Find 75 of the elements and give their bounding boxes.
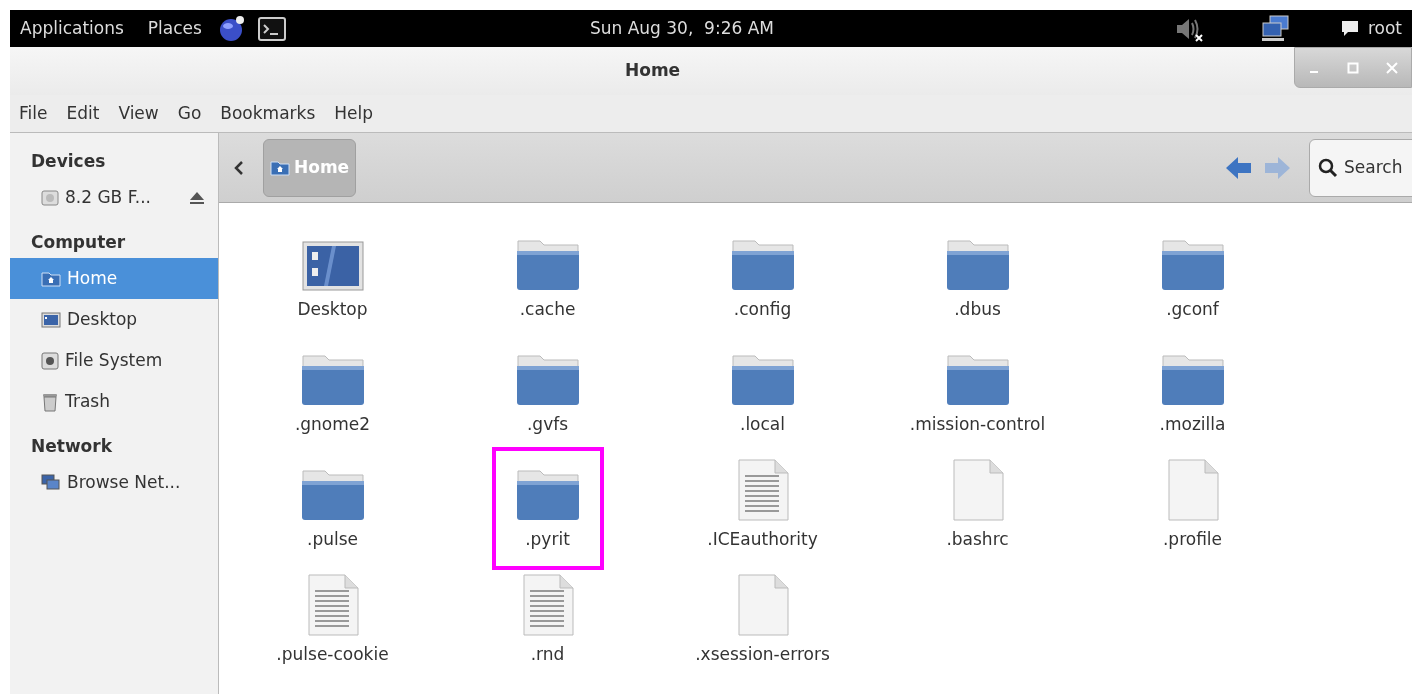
text-file-icon (306, 574, 359, 636)
file-name: .bashrc (946, 528, 1009, 551)
folder-icon (730, 352, 795, 406)
file-name: .mozilla (1159, 413, 1226, 436)
file-name: .rnd (530, 643, 565, 666)
sidebar-item[interactable]: 8.2 GB F... (10, 177, 218, 218)
sidebar-item[interactable]: Trash (10, 381, 218, 422)
globe-icon[interactable] (217, 14, 246, 43)
file-name: .gnome2 (294, 413, 371, 436)
file-name: .ICEauthority (707, 528, 818, 551)
trash-icon (41, 391, 59, 412)
sidebar-label: Home (67, 266, 118, 290)
folder-icon (515, 237, 580, 291)
file-icon (736, 574, 789, 636)
file-name: .xsession-errors (695, 643, 830, 666)
home-folder-icon (270, 159, 290, 176)
desktop-icon (41, 311, 61, 328)
menu-item[interactable]: Edit (66, 100, 100, 127)
text-file-icon (736, 459, 789, 521)
terminal-icon[interactable] (257, 16, 286, 41)
sidebar-label: Trash (65, 389, 110, 413)
menu-item[interactable]: Bookmarks (220, 100, 316, 127)
search-button[interactable]: Search (1309, 138, 1412, 197)
desktop-icon (301, 241, 364, 291)
file-name: .dbus (954, 298, 1001, 321)
file-name: .pulse-cookie (276, 643, 389, 666)
sidebar-item[interactable]: Browse Net... (10, 462, 218, 503)
top-bar-menu[interactable]: Places (147, 15, 202, 42)
home-folder-icon (41, 270, 61, 287)
drive-icon (41, 188, 59, 207)
network-icon[interactable] (1259, 14, 1292, 43)
sidebar-label: Desktop (67, 307, 138, 331)
sidebar-label: 8.2 GB F... (65, 185, 151, 209)
sidebar-heading: Network (30, 435, 113, 459)
text-file-icon (521, 574, 574, 636)
folder-icon (1160, 237, 1225, 291)
folder-icon (515, 467, 580, 521)
chat-icon[interactable] (1339, 19, 1360, 38)
file-name: .local (740, 413, 785, 436)
sidebar-label: Browse Net... (67, 470, 181, 494)
file-name: Desktop (297, 298, 368, 321)
folder-icon (300, 352, 365, 406)
file-name: .profile (1162, 528, 1223, 551)
folder-icon (945, 352, 1010, 406)
sidebar-heading: Computer (30, 231, 127, 255)
file-name: .pulse (307, 528, 358, 551)
sidebar-label: File System (65, 348, 163, 372)
menu-item[interactable]: View (118, 100, 159, 127)
sidebar-item[interactable]: Desktop (10, 299, 218, 340)
search-icon (1318, 157, 1338, 178)
file-name: .mission-control (909, 413, 1046, 436)
folder-icon (300, 467, 365, 521)
folder-icon (515, 352, 580, 406)
file-name: .gvfs (526, 413, 569, 436)
network-icon (41, 473, 61, 492)
user-menu[interactable]: root (1367, 15, 1402, 42)
folder-icon (1160, 352, 1225, 406)
clock[interactable]: Sun Aug 30, 9:26 AM (589, 15, 774, 42)
file-name: .config (733, 298, 792, 321)
file-name: .gconf (1166, 298, 1219, 321)
file-icon (951, 459, 1004, 521)
top-bar-menu[interactable]: Applications (20, 15, 124, 42)
menu-item[interactable]: Go (177, 100, 202, 127)
back-chevron-icon[interactable] (233, 159, 245, 176)
menu-item[interactable]: Help (334, 100, 374, 127)
folder-icon (730, 237, 795, 291)
back-arrow-icon[interactable] (1225, 154, 1253, 181)
file-name: .cache (519, 298, 576, 321)
sidebar-item[interactable]: File System (10, 340, 218, 381)
window-title: Home (625, 59, 681, 83)
menu-item[interactable]: File (19, 100, 48, 127)
sidebar-heading: Devices (30, 150, 107, 174)
file-name: .pyrit (525, 528, 570, 551)
folder-icon (945, 237, 1010, 291)
file-icon (1166, 459, 1219, 521)
